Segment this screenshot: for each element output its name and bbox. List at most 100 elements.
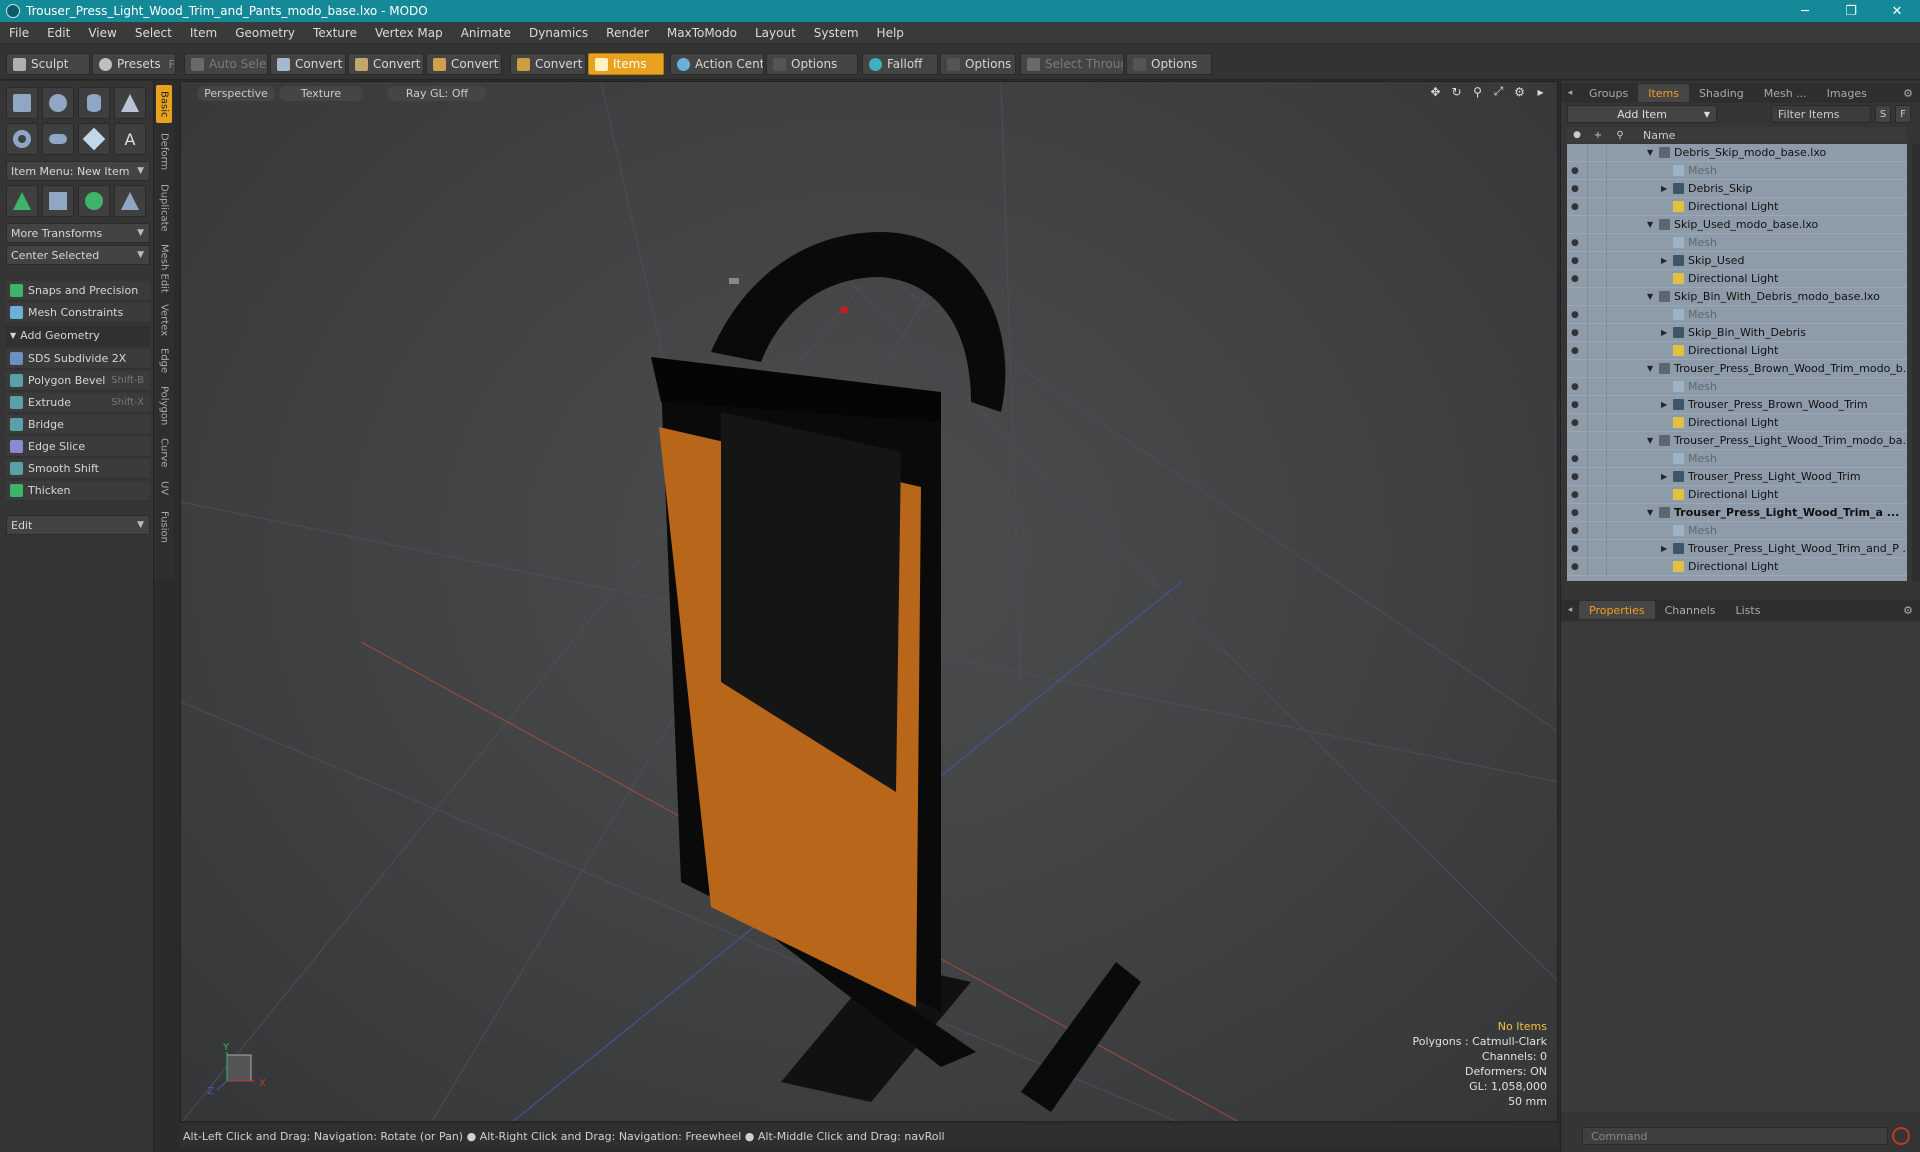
eye-icon[interactable]: ●	[1571, 418, 1581, 428]
tab-polygon[interactable]: Polygon	[156, 381, 172, 431]
torus-tool-button[interactable]	[6, 123, 38, 155]
menu-layout[interactable]: Layout	[746, 26, 805, 40]
tab-shading[interactable]: Shading	[1689, 84, 1754, 102]
tree-item-row[interactable]: ● Directional Light	[1567, 557, 1907, 576]
gear-icon[interactable]: ⚙	[1513, 85, 1526, 99]
expand-arrow-icon[interactable]: ▸	[1534, 85, 1547, 99]
tree-item-row[interactable]: ● Mesh	[1567, 449, 1907, 468]
tree-scene-row[interactable]: ▼ Trouser_Press_Brown_Wood_Trim_modo_b...	[1567, 359, 1907, 378]
rotate-view-icon[interactable]: ↻	[1450, 85, 1463, 99]
action-center-button[interactable]: Action Center	[670, 53, 764, 75]
tree-item-row[interactable]: ● Mesh	[1567, 233, 1907, 252]
tab-basic[interactable]: Basic	[156, 85, 172, 123]
tree-item-row[interactable]: ● Mesh	[1567, 377, 1907, 396]
eye-icon[interactable]: ●	[1571, 184, 1581, 194]
tab-duplicate[interactable]: Duplicate	[156, 179, 172, 237]
menu-system[interactable]: System	[805, 26, 868, 40]
tree-item-row[interactable]: ● Directional Light	[1567, 485, 1907, 504]
render-icon[interactable]: ⚲	[1609, 130, 1631, 141]
tree-scene-row[interactable]: ▼ Skip_Bin_With_Debris_modo_base.lxo	[1567, 287, 1907, 306]
tab-properties[interactable]: Properties	[1579, 601, 1655, 619]
lock-cell[interactable]	[1587, 539, 1607, 558]
grid-tool-button[interactable]	[42, 185, 74, 217]
tab-channels[interactable]: Channels	[1655, 601, 1726, 619]
convert-edges-button[interactable]: Convert	[348, 53, 424, 75]
pyramid-tool-button[interactable]	[114, 185, 146, 217]
tree-scrollbar[interactable]	[1912, 144, 1920, 581]
tab-lists[interactable]: Lists	[1726, 601, 1771, 619]
command-input[interactable]: Command	[1582, 1127, 1888, 1145]
menu-edit[interactable]: Edit	[38, 26, 79, 40]
sphere-tool-button[interactable]	[42, 87, 74, 119]
menu-vertex-map[interactable]: Vertex Map	[366, 26, 452, 40]
presets-button[interactable]: Presets F6	[92, 53, 176, 75]
lock-cell[interactable]	[1587, 179, 1607, 198]
menu-file[interactable]: File	[0, 26, 38, 40]
lock-cell[interactable]	[1587, 467, 1607, 486]
chevron-right-icon[interactable]: ▶	[1661, 472, 1673, 481]
tree-item-row[interactable]: ● ▶ Skip_Used	[1567, 251, 1907, 270]
tree-item-row[interactable]: ● ▶ Debris_Skip	[1567, 179, 1907, 198]
eye-icon[interactable]: ●	[1571, 202, 1581, 212]
text-tool-button[interactable]: A	[114, 123, 146, 155]
tree-item-row[interactable]: ● Directional Light	[1567, 197, 1907, 216]
eye-icon[interactable]: ●	[1571, 346, 1581, 356]
lock-cell[interactable]	[1587, 395, 1607, 414]
tree-scene-row[interactable]: ▼ Trouser_Press_Light_Wood_Trim_modo_ba..…	[1567, 431, 1907, 450]
lock-cell[interactable]	[1587, 287, 1607, 306]
add-item-button[interactable]: Add Item ▼	[1567, 105, 1717, 123]
tree-item-row[interactable]: ● Mesh	[1567, 305, 1907, 324]
tab-groups[interactable]: Groups	[1579, 84, 1638, 102]
pen-tool-button[interactable]	[78, 123, 110, 155]
center-selected-dropdown[interactable]: Center Selected ▼	[6, 245, 150, 265]
panel-options-icon[interactable]: ⚙	[1903, 87, 1913, 100]
menu-view[interactable]: View	[79, 26, 125, 40]
lock-cell[interactable]	[1587, 485, 1607, 504]
chevron-down-icon[interactable]: ▼	[1647, 292, 1659, 301]
panel-options-icon[interactable]: ⚙	[1903, 604, 1913, 617]
panel-menu-icon[interactable]: ◂	[1561, 88, 1579, 98]
chevron-right-icon[interactable]: ▶	[1661, 544, 1673, 553]
falloff-button[interactable]: Falloff	[862, 53, 938, 75]
lock-cell[interactable]	[1587, 503, 1607, 522]
filter-f-button[interactable]: F	[1895, 105, 1911, 123]
tab-curve[interactable]: Curve	[156, 433, 172, 473]
chevron-right-icon[interactable]: ▶	[1661, 256, 1673, 265]
select-through-options-button[interactable]: Options	[1126, 53, 1212, 75]
eye-icon[interactable]: ●	[1571, 562, 1581, 572]
mesh-constraints-button[interactable]: Mesh Constraints	[6, 303, 150, 323]
tree-item-row[interactable]: ● Directional Light	[1567, 341, 1907, 360]
chevron-down-icon[interactable]: ▼	[1647, 364, 1659, 373]
menu-maxtomodo[interactable]: MaxToModo	[658, 26, 746, 40]
tab-vertex[interactable]: Vertex	[156, 299, 172, 341]
select-through-button[interactable]: Select Through	[1020, 53, 1124, 75]
chevron-down-icon[interactable]: ▼	[1647, 220, 1659, 229]
maximize-button[interactable]: ❐	[1828, 0, 1874, 22]
eye-icon[interactable]: ●	[1571, 400, 1581, 410]
tab-fusion[interactable]: Fusion	[156, 505, 172, 549]
menu-item[interactable]: Item	[181, 26, 226, 40]
tab-deform[interactable]: Deform	[156, 127, 172, 177]
eye-icon[interactable]: ●	[1571, 472, 1581, 482]
menu-animate[interactable]: Animate	[452, 26, 520, 40]
move-view-icon[interactable]: ✥	[1429, 85, 1442, 99]
lock-cell[interactable]	[1587, 377, 1607, 396]
eye-icon[interactable]: ●	[1571, 328, 1581, 338]
lock-icon[interactable]: +	[1587, 130, 1609, 141]
tree-item-row[interactable]: ● ▶ Trouser_Press_Brown_Wood_Trim	[1567, 395, 1907, 414]
eye-icon[interactable]: ●	[1567, 130, 1587, 140]
lock-cell[interactable]	[1587, 197, 1607, 216]
transform-tool-button[interactable]	[6, 185, 38, 217]
falloff-options-button[interactable]: Options	[940, 53, 1016, 75]
thicken-button[interactable]: Thicken	[6, 481, 150, 501]
filter-s-button[interactable]: S	[1875, 105, 1891, 123]
tree-item-row[interactable]: ● ▶ Trouser_Press_Light_Wood_Trim_and_P ..…	[1567, 539, 1907, 558]
convert-vertices-button[interactable]: Convert	[270, 53, 346, 75]
tree-scene-row[interactable]: ▼ Skip_Used_modo_base.lxo	[1567, 215, 1907, 234]
item-menu-dropdown[interactable]: Item Menu: New Item ▼	[6, 161, 150, 181]
edit-dropdown[interactable]: Edit ▼	[6, 515, 150, 535]
perspective-view-button[interactable]: Perspective	[197, 86, 275, 101]
action-center-options-button[interactable]: Options	[766, 53, 858, 75]
command-history-icon[interactable]	[1892, 1127, 1910, 1145]
eye-icon[interactable]: ●	[1571, 256, 1581, 266]
